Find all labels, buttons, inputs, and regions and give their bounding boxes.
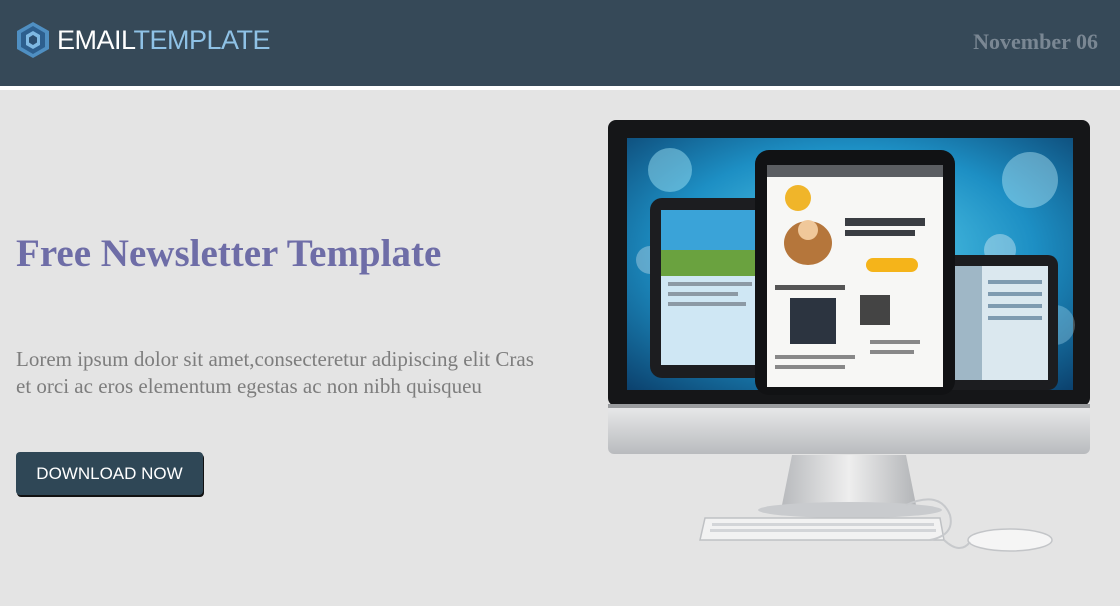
header-date: November 06 [973, 29, 1098, 54]
header-bar: EMAILTEMPLATE November 06 [0, 0, 1120, 86]
hero-title: Free Newsletter Template [16, 232, 442, 275]
hexagon-logo-icon [17, 22, 49, 58]
logo-text: EMAILTEMPLATE [57, 24, 271, 55]
download-now-button[interactable]: DOWNLOAD NOW [16, 452, 203, 495]
hero-description: Lorem ipsum dolor sit amet,consecteretur… [16, 347, 534, 398]
logo[interactable]: EMAILTEMPLATE [16, 20, 271, 60]
desktop-monitor-image [608, 120, 1090, 552]
